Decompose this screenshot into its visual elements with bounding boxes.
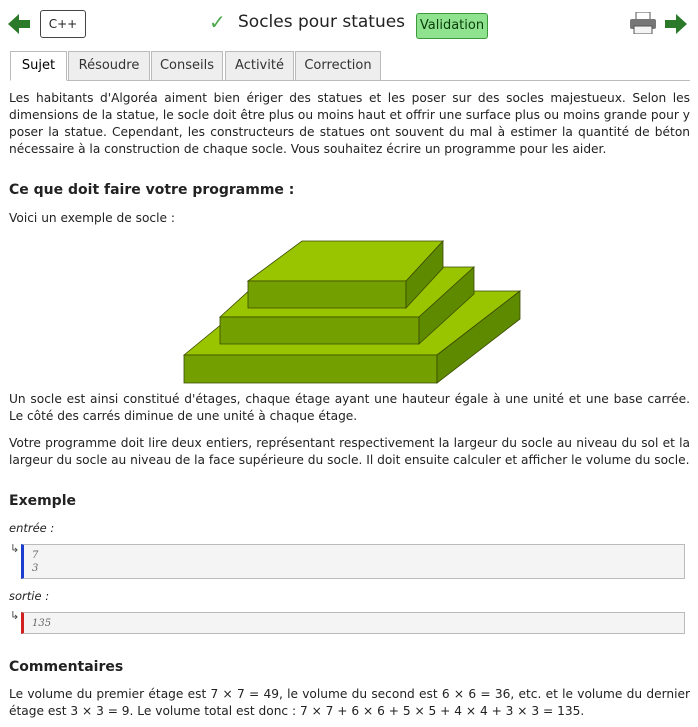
section-task-heading: Ce que doit faire votre programme : xyxy=(9,182,295,198)
validation-button[interactable]: Validation xyxy=(416,13,488,39)
output-box: 135 xyxy=(21,612,685,634)
section-comments-heading: Commentaires xyxy=(9,659,124,675)
output-line: 135 xyxy=(32,618,52,629)
input-line: 7 xyxy=(32,550,39,561)
input-box: 7 3 xyxy=(21,544,685,579)
output-arrow-icon: ↳ xyxy=(10,609,20,622)
problem-statement: Les habitants d'Algoréa aiment bien érig… xyxy=(9,90,690,158)
input-label: entrée : xyxy=(9,521,55,535)
page-title: Socles pour statues xyxy=(238,12,406,32)
arrow-left-icon[interactable] xyxy=(8,14,30,34)
output-label: sortie : xyxy=(9,589,50,603)
tab-sujet[interactable]: Sujet xyxy=(10,51,67,81)
arrow-right-icon[interactable] xyxy=(665,14,687,34)
program-paragraph: Votre programme doit lire deux entiers, … xyxy=(9,436,690,467)
pedestal-illustration xyxy=(182,239,522,384)
input-arrow-icon: ↳ xyxy=(10,542,20,555)
tab-activite[interactable]: Activité xyxy=(225,51,294,81)
tab-correction[interactable]: Correction xyxy=(295,51,381,81)
description-paragraph: Un socle est ainsi constitué d'étages, c… xyxy=(9,392,690,423)
language-select[interactable]: C++ xyxy=(40,10,86,38)
intro-paragraph: Les habitants d'Algoréa aiment bien érig… xyxy=(9,91,690,156)
tab-conseils[interactable]: Conseils xyxy=(151,51,223,81)
example-intro: Voici un exemple de socle : xyxy=(9,211,175,225)
check-icon: ✓ xyxy=(209,10,226,34)
print-icon[interactable] xyxy=(630,12,656,34)
section-example-heading: Exemple xyxy=(9,493,76,509)
header: C++ ✓ Socles pour statues Validation xyxy=(0,0,698,48)
tab-resoudre[interactable]: Résoudre xyxy=(68,51,150,81)
comment-paragraph: Le volume du premier étage est 7 × 7 = 4… xyxy=(9,687,690,718)
input-line: 3 xyxy=(32,563,39,574)
